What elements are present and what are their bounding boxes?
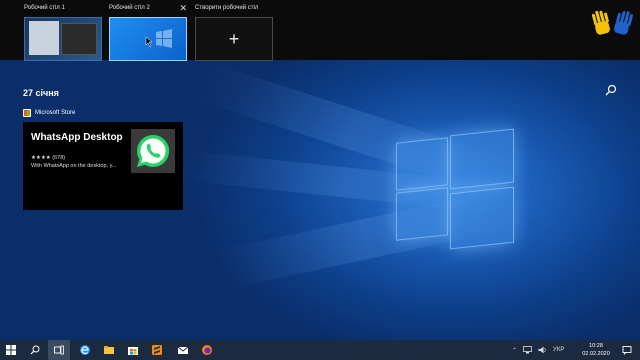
new-desktop-label: Створити робочий стіл (195, 5, 259, 11)
windows-logo-wallpaper (396, 128, 516, 250)
activity-source-label: Microsoft Store (35, 110, 76, 116)
folder-icon (104, 346, 114, 354)
search-icon (30, 345, 40, 355)
taskbar-search-button[interactable] (24, 340, 46, 360)
channel-logo (591, 10, 634, 35)
new-desktop-tile[interactable]: Створити робочий стіл + (195, 4, 273, 61)
notification-icon (622, 346, 632, 355)
task-view-button[interactable] (48, 340, 70, 360)
store-icon (23, 109, 31, 117)
card-description: With WhatsApp on the desktop, y... (31, 163, 117, 169)
activity-card[interactable]: WhatsApp Desktop ★★★★ (678) With WhatsAp… (23, 122, 183, 210)
clock-time: 10:28 (589, 343, 603, 349)
new-desktop-button[interactable]: + (195, 17, 273, 61)
taskbar: ⌃ УКР 10:28 02.02.2020 (0, 340, 640, 360)
taskbar-edge[interactable] (74, 340, 96, 360)
card-rating: ★★★★ (678) (31, 155, 66, 161)
clock[interactable]: 10:28 02.02.2020 (580, 342, 612, 358)
search-icon[interactable] (605, 84, 617, 96)
task-view-icon (54, 345, 64, 355)
close-icon[interactable]: ✕ (179, 4, 187, 13)
store-icon (128, 347, 138, 355)
taskbar-store[interactable] (122, 340, 144, 360)
windows-start-icon (6, 345, 16, 355)
volume-icon[interactable] (538, 346, 547, 354)
taskbar-sublime[interactable] (146, 340, 168, 360)
network-icon[interactable] (523, 346, 532, 354)
virtual-desktop-2[interactable]: Робочий стіл 2 ✕ (109, 4, 187, 61)
windows-logo-mini (145, 29, 172, 48)
virtual-desktop-2-label: Робочий стіл 2 (109, 5, 150, 11)
action-center-button[interactable] (616, 340, 638, 360)
taskbar-file-explorer[interactable] (98, 340, 120, 360)
virtual-desktop-1[interactable]: Робочий стіл 1 (24, 4, 102, 61)
plus-icon: + (228, 28, 240, 49)
activity-source: Microsoft Store (23, 109, 75, 117)
virtual-desktop-bar: Робочий стіл 1 Робочий стіл 2 ✕ Створити… (0, 0, 640, 61)
mail-icon (177, 346, 189, 354)
taskbar-mail[interactable] (172, 340, 194, 360)
timeline-date: 27 січня (23, 88, 59, 98)
start-button[interactable] (0, 340, 22, 360)
taskbar-firefox[interactable] (196, 340, 218, 360)
whatsapp-icon (136, 134, 170, 167)
card-title: WhatsApp Desktop (31, 132, 123, 143)
firefox-icon (202, 345, 212, 355)
app-icon-tile (131, 129, 175, 173)
virtual-desktop-1-label: Робочий стіл 1 (24, 5, 65, 11)
sublime-text-icon (152, 345, 162, 355)
virtual-desktop-2-thumbnail[interactable] (109, 17, 187, 61)
language-indicator[interactable]: УКР (553, 347, 564, 353)
chevron-up-icon[interactable]: ⌃ (512, 347, 517, 354)
edge-icon (80, 345, 90, 355)
system-tray: ⌃ УКР (512, 340, 564, 360)
clock-date: 02.02.2020 (582, 351, 610, 357)
virtual-desktop-1-thumbnail[interactable] (24, 17, 102, 61)
